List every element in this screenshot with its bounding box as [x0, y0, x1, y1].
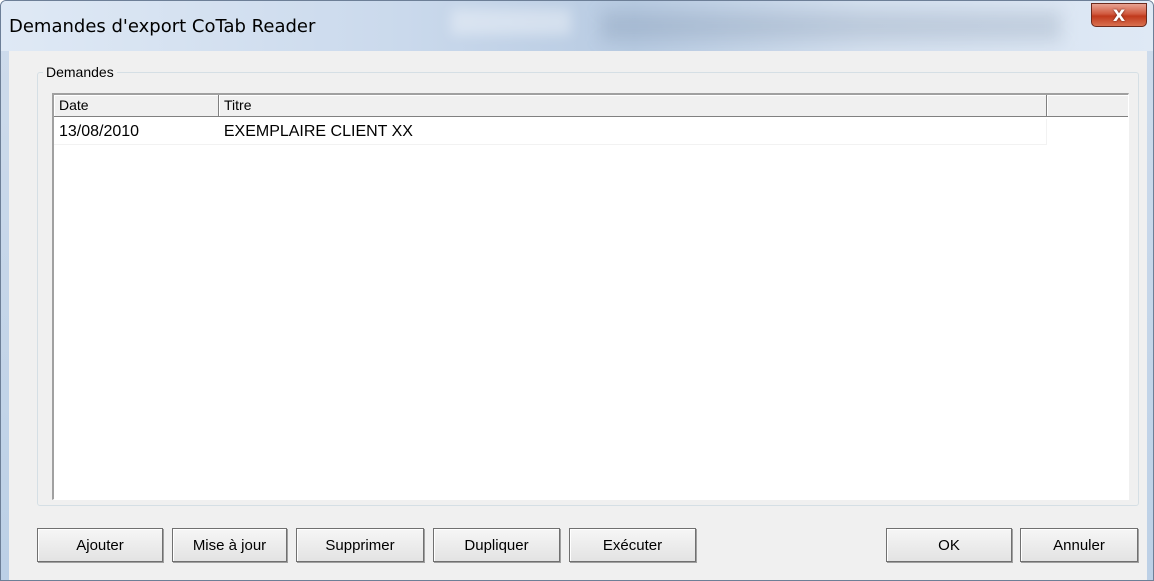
row-date-cell: 13/08/2010 — [59, 123, 140, 140]
title-bar[interactable]: Demandes d'export CoTab Reader X — [1, 1, 1153, 51]
background-blur — [451, 9, 571, 35]
cancel-button[interactable]: Annuler — [1020, 528, 1138, 562]
execute-button[interactable]: Exécuter — [569, 528, 696, 562]
column-header-titre[interactable]: Titre — [219, 95, 1047, 117]
add-button[interactable]: Ajouter — [37, 528, 163, 562]
ok-button[interactable]: OK — [886, 528, 1012, 562]
column-header-date[interactable]: Date — [54, 95, 219, 117]
column-header-filler — [1047, 95, 1128, 117]
row-titre-cell: EXEMPLAIRE CLIENT XX — [223, 123, 413, 140]
list-header: Date Titre — [54, 95, 1128, 117]
window-title: Demandes d'export CoTab Reader — [9, 16, 316, 37]
background-blur — [601, 11, 1061, 41]
duplicate-button[interactable]: Dupliquer — [433, 528, 560, 562]
delete-button[interactable]: Supprimer — [296, 528, 424, 562]
close-icon: X — [1112, 5, 1126, 25]
groupbox-label: Demandes — [43, 64, 117, 80]
requests-list[interactable]: Date Titre 13/08/2010 EXEMPLAIRE CLIENT … — [52, 93, 1129, 500]
dialog-body: Demandes Date Titre 13/08/2010 EXEMPLAIR… — [9, 51, 1147, 580]
close-button[interactable]: X — [1091, 3, 1147, 27]
dialog-window: Demandes d'export CoTab Reader X Demande… — [0, 0, 1154, 581]
table-row[interactable]: 13/08/2010 EXEMPLAIRE CLIENT XX — [54, 119, 1047, 145]
update-button[interactable]: Mise à jour — [172, 528, 287, 562]
